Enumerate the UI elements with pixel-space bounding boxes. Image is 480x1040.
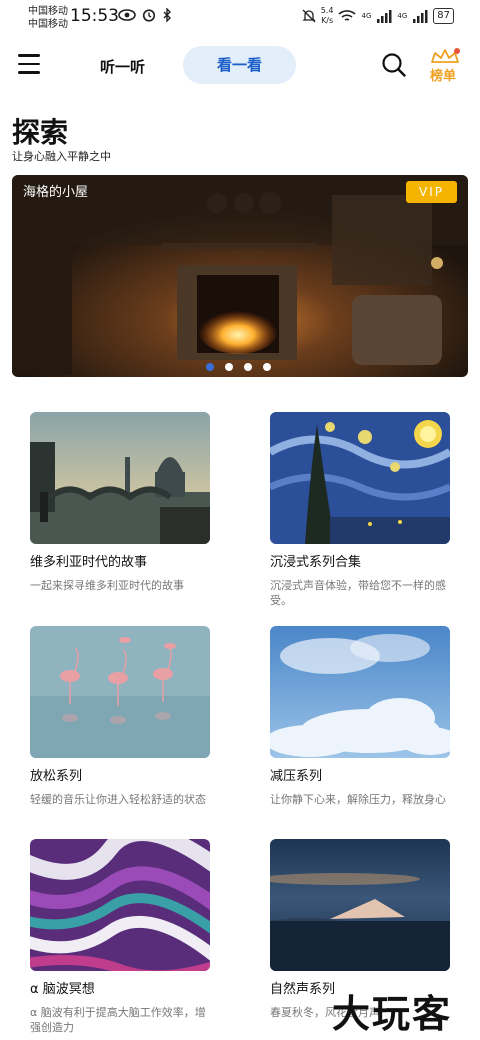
search-icon <box>382 53 406 77</box>
signal-icon-2 <box>413 10 428 23</box>
tab-watch[interactable]: 看一看 <box>183 46 296 84</box>
page-title: 探索 <box>12 116 69 149</box>
card-image <box>270 839 450 971</box>
mute-icon <box>302 9 316 23</box>
signal-icon <box>377 10 392 23</box>
carousel-indicator <box>206 363 271 371</box>
card-alpha-wave[interactable]: α 脑波冥想 α 脑波有利于提高大脑工作效率，增强创造力 <box>30 839 210 1035</box>
carousel-dot[interactable] <box>225 363 233 371</box>
card-title: 沉浸式系列合集 <box>270 555 362 570</box>
card-description: 让你静下心来，解除压力，释放身心 <box>270 793 446 806</box>
clock: 15:53 <box>70 6 119 26</box>
card-image <box>30 626 210 758</box>
carrier-1: 中国移动 <box>28 6 68 17</box>
speed-unit: K/s <box>321 16 334 25</box>
carousel-dot[interactable] <box>244 363 252 371</box>
card-decompress[interactable]: 减压系列 让你静下心来，解除压力，释放身心 <box>270 626 450 807</box>
menu-icon-line <box>18 62 40 65</box>
card-title: 维多利亚时代的故事 <box>30 555 148 570</box>
alarm-icon <box>142 9 156 22</box>
rank-label: 榜单 <box>430 69 457 84</box>
banner-image <box>12 175 468 377</box>
top-navigation: 听一听 看一看 榜单 <box>0 44 480 88</box>
card-image <box>270 412 450 544</box>
card-immersive[interactable]: 沉浸式系列合集 沉浸式声音体验，带给您不一样的感受。 <box>270 412 450 608</box>
menu-icon-line <box>18 54 40 57</box>
banner-title: 海格的小屋 <box>23 185 89 200</box>
status-bar: 中国移动 中国移动 15:53 5.4 K/s 4G 4G 87 <box>0 0 480 36</box>
carousel-dot-active[interactable] <box>206 363 214 371</box>
status-icons-left <box>118 8 172 22</box>
card-image <box>270 626 450 758</box>
card-description: 一起来探寻维多利亚时代的故事 <box>30 579 184 592</box>
featured-banner[interactable]: 海格的小屋 VIP <box>12 175 468 377</box>
rank-button[interactable]: 榜单 <box>428 48 462 84</box>
bluetooth-icon <box>163 8 171 22</box>
search-button[interactable] <box>381 52 407 78</box>
card-title: α 脑波冥想 <box>30 982 95 997</box>
vip-badge: VIP <box>406 181 457 203</box>
card-title: 减压系列 <box>270 769 323 784</box>
wifi-icon <box>338 10 357 21</box>
speed-value: 5.4 <box>320 6 334 15</box>
crown-icon <box>431 48 460 63</box>
carrier-info: 中国移动 中国移动 <box>28 5 68 31</box>
network-type-2: 4G <box>397 12 408 20</box>
page-subtitle: 让身心融入平静之中 <box>12 150 111 163</box>
status-icons-right: 5.4 K/s 4G 4G 87 <box>302 6 454 26</box>
card-title: 放松系列 <box>30 769 83 784</box>
carrier-2: 中国移动 <box>28 19 68 30</box>
watermark: 大玩客 <box>332 992 453 1036</box>
card-image <box>30 412 210 544</box>
card-description: α 脑波有利于提高大脑工作效率，增强创造力 <box>30 1006 206 1034</box>
network-type-1: 4G <box>361 12 372 20</box>
card-description: 沉浸式声音体验，带给您不一样的感受。 <box>270 579 446 607</box>
carousel-dot[interactable] <box>263 363 271 371</box>
network-speed: 5.4 K/s <box>321 6 334 26</box>
card-description: 轻缓的音乐让你进入轻松舒适的状态 <box>30 793 206 806</box>
card-victorian[interactable]: 维多利亚时代的故事 一起来探寻维多利亚时代的故事 <box>30 412 210 593</box>
tab-listen[interactable]: 听一听 <box>100 56 145 77</box>
eye-icon <box>118 9 136 21</box>
card-image <box>30 839 210 971</box>
battery-indicator: 87 <box>433 8 454 24</box>
card-relax[interactable]: 放松系列 轻缓的音乐让你进入轻松舒适的状态 <box>30 626 210 807</box>
menu-icon-line <box>18 71 40 74</box>
menu-button[interactable] <box>18 54 40 74</box>
